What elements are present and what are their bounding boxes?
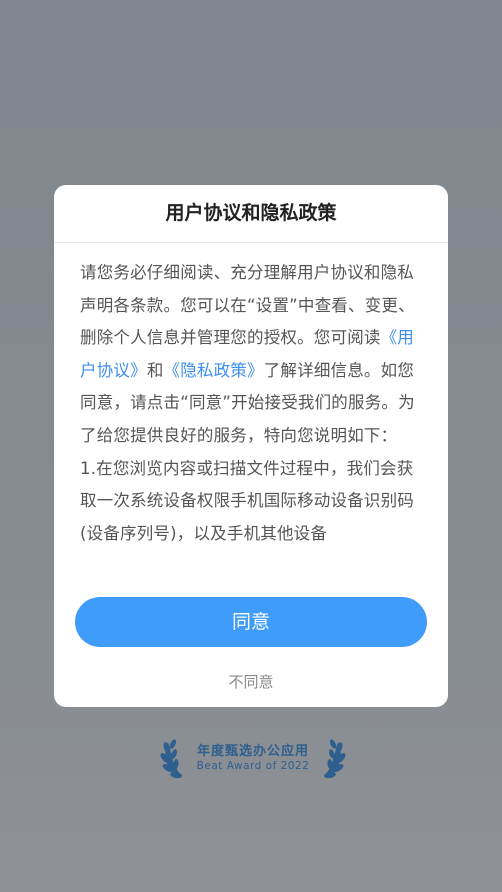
award-title: 年度甄选办公应用	[196, 744, 309, 759]
dialog-paragraph-2: 1.在您浏览内容或扫描文件过程中，我们会获取一次系统设备权限手机国际移动设备识别…	[80, 458, 414, 543]
dialog-body[interactable]: 请您务必仔细阅读、充分理解用户协议和隐私声明各条款。您可以在“设置”中查看、变更…	[80, 257, 426, 577]
award-subtitle: Beat Award of 2022	[196, 760, 310, 772]
privacy-dialog: 用户协议和隐私政策 请您务必仔细阅读、充分理解用户协议和隐私声明各条款。您可以在…	[54, 185, 448, 707]
dialog-title: 用户协议和隐私政策	[54, 185, 448, 243]
dialog-paragraph-1: 请您务必仔细阅读、充分理解用户协议和隐私声明各条款。您可以在“设置”中查看、变更…	[80, 257, 426, 453]
disagree-button[interactable]: 不同意	[54, 667, 448, 697]
agree-button[interactable]: 同意	[75, 597, 427, 647]
body-text-and: 和	[146, 360, 164, 380]
app-screen: 用户协议和隐私政策 请您务必仔细阅读、充分理解用户协议和隐私声明各条款。您可以在…	[0, 0, 502, 892]
body-text-intro: 请您务必仔细阅读、充分理解用户协议和隐私声明各条款。您可以在“设置”中查看、变更…	[80, 263, 415, 348]
award-badge: 年度甄选办公应用 Beat Award of 2022	[158, 734, 348, 784]
privacy-policy-link[interactable]: 《隐私政策》	[164, 361, 264, 380]
